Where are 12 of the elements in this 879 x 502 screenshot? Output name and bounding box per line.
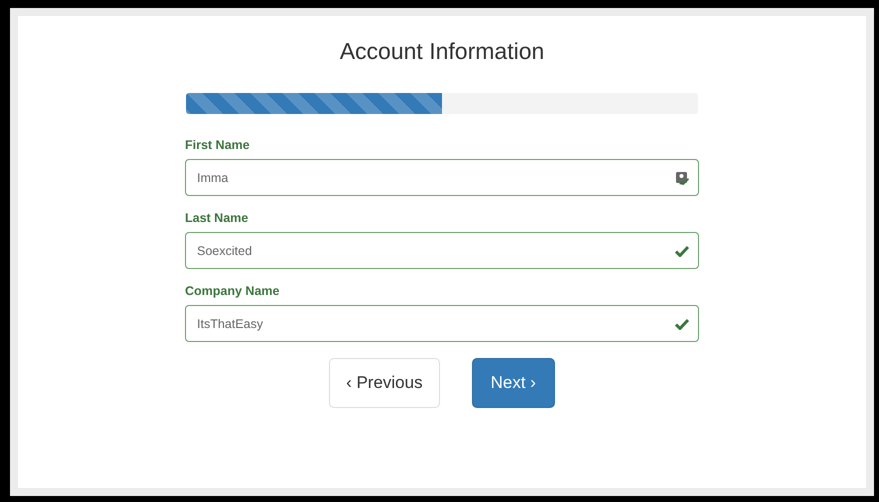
field-label: Last Name <box>185 211 250 225</box>
text-field[interactable]: Soexcited <box>185 232 699 269</box>
contact-card-icon[interactable] <box>675 170 689 184</box>
checkmark-icon <box>675 244 689 256</box>
checkmark-icon <box>675 318 689 330</box>
text-field[interactable]: Imma <box>185 159 699 196</box>
field-label: First Name <box>185 138 251 152</box>
text-field[interactable]: ItsThatEasy <box>185 305 699 342</box>
next-button[interactable]: Next › <box>472 358 555 408</box>
previous-button[interactable]: ‹ Previous <box>329 358 440 408</box>
field-label: Company Name <box>185 284 280 298</box>
form-title: Account Information <box>340 38 544 65</box>
